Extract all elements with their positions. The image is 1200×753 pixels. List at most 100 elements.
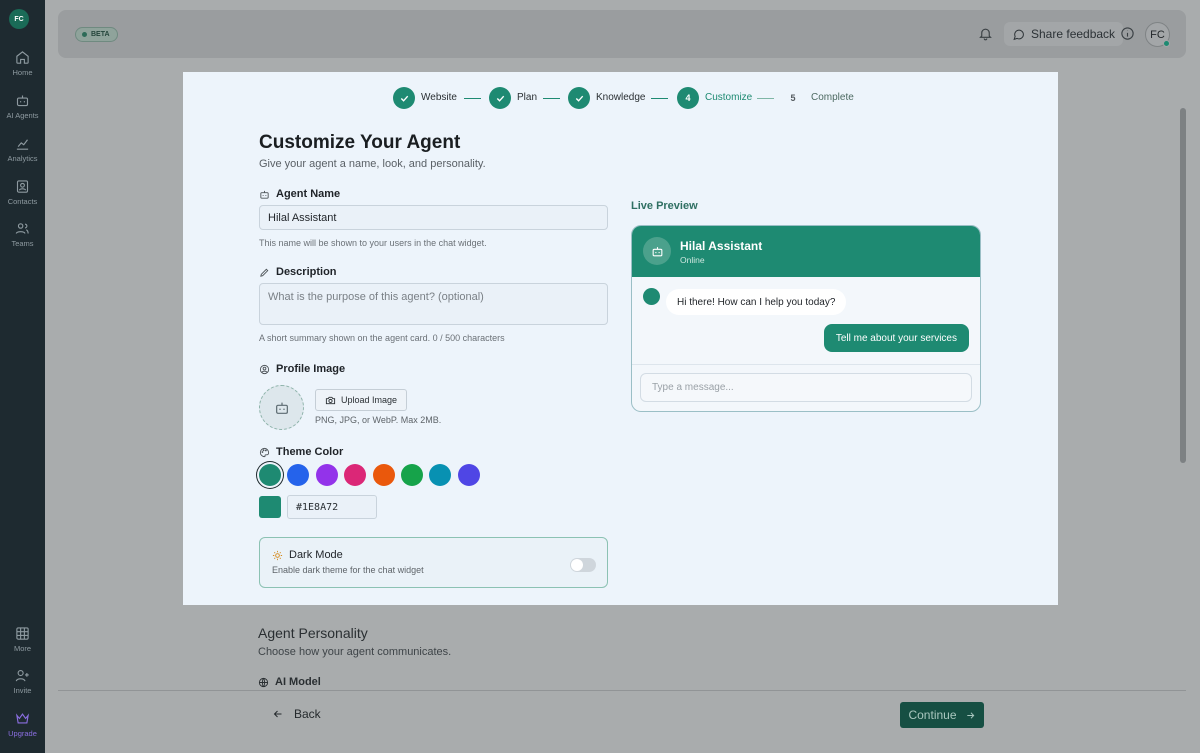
color-preview-box[interactable] (259, 496, 281, 518)
profile-image-dropzone[interactable] (259, 385, 304, 430)
step-connector (757, 98, 774, 99)
home-icon (16, 51, 29, 64)
robot-icon (275, 402, 288, 414)
sidebar-item-label: Home (12, 68, 33, 77)
dot-icon (82, 32, 87, 37)
sidebar-item-label: More (13, 644, 32, 653)
sidebar-item-home[interactable]: Home (0, 50, 45, 77)
sidebar-item-contacts[interactable]: Contacts (0, 179, 45, 206)
color-swatch[interactable] (457, 464, 480, 486)
sidebar-item-upgrade[interactable]: Upgrade (0, 711, 45, 738)
step-connector (464, 98, 481, 99)
live-preview-label: Live Preview (631, 200, 698, 212)
top-bar: BETA Share feedback FC (58, 10, 1186, 58)
back-label: Back (294, 707, 321, 721)
section-title: Agent Personality (258, 625, 368, 641)
upload-image-label: Upload Image (340, 395, 398, 405)
sidebar-item-ai-agents[interactable]: AI Agents (0, 93, 45, 120)
ai-model-label: AI Model (258, 676, 321, 688)
help-button[interactable] (1120, 26, 1135, 46)
contacts-icon (16, 180, 29, 193)
footer-divider (58, 690, 1186, 691)
sidebar-item-more[interactable]: More (0, 626, 45, 653)
scrollbar[interactable] (1180, 108, 1186, 463)
sidebar-item-analytics[interactable]: Analytics (0, 136, 45, 163)
user-message: Tell me about your services (823, 324, 969, 352)
ai-model-text: AI Model (275, 676, 321, 688)
user-avatar[interactable]: FC (1145, 22, 1170, 47)
chat-input-placeholder: Type a message... (652, 382, 734, 393)
color-swatch[interactable] (259, 464, 281, 486)
agent-name-value: Hilal Assistant (268, 211, 337, 224)
share-feedback-button[interactable]: Share feedback (1004, 22, 1124, 46)
section-subtitle: Choose how your agent communicates. (258, 646, 452, 658)
color-swatch[interactable] (344, 464, 367, 486)
sidebar-item-label: Invite (13, 686, 32, 695)
arrow-right-icon (966, 711, 974, 719)
dark-mode-toggle[interactable] (570, 558, 596, 572)
profile-image-label: Profile Image (259, 363, 345, 375)
beta-label: BETA (91, 31, 110, 38)
sidebar-item-label: AI Agents (6, 111, 39, 120)
beta-badge: BETA (75, 27, 118, 42)
color-swatch[interactable] (372, 464, 395, 486)
info-icon (1121, 27, 1134, 40)
pencil-icon (260, 268, 269, 277)
color-swatch[interactable] (401, 464, 423, 486)
hex-color-input[interactable]: #1E8A72 (287, 495, 377, 519)
description-label-text: Description (276, 266, 337, 278)
camera-icon (325, 396, 336, 404)
hex-color-value: #1E8A72 (296, 501, 339, 513)
customize-panel: Website Plan Knowledge 4 Customize 5 Com… (183, 72, 1058, 605)
step-5-circle: 5 (790, 93, 796, 103)
color-swatch[interactable] (287, 464, 310, 486)
step-4-circle: 4 (677, 87, 699, 109)
theme-color-label: Theme Color (259, 446, 343, 458)
check-icon (400, 95, 408, 102)
back-button[interactable]: Back (272, 707, 321, 721)
check-icon (575, 95, 583, 102)
step-3-circle (568, 87, 590, 109)
color-swatch[interactable] (315, 464, 338, 486)
online-indicator (1163, 40, 1170, 47)
sidebar-item-label: Teams (11, 239, 34, 248)
chat-message-input[interactable]: Type a message... (640, 373, 972, 402)
step-1-circle (393, 87, 415, 109)
bell-icon (979, 28, 992, 41)
chat-preview: Hilal Assistant Online Hi there! How can… (631, 225, 981, 412)
agent-name-hint: This name will be shown to your users in… (259, 238, 487, 248)
dark-mode-subtitle: Enable dark theme for the chat widget (272, 565, 424, 575)
agent-name-label-text: Agent Name (276, 188, 341, 200)
user-circle-icon (259, 364, 270, 374)
share-feedback-label: Share feedback (1031, 27, 1116, 41)
chat-divider (632, 364, 980, 365)
robot-icon (652, 246, 662, 256)
message-icon (1013, 29, 1024, 40)
progress-stepper: Website Plan Knowledge 4 Customize 5 Com… (183, 87, 1058, 109)
description-hint: A short summary shown on the agent card.… (259, 333, 505, 343)
step-1-label: Website (421, 92, 457, 103)
sun-icon (272, 550, 283, 560)
robot-icon (16, 95, 29, 107)
sidebar-item-invite[interactable]: Invite (0, 668, 45, 695)
dark-mode-title-text: Dark Mode (289, 549, 343, 561)
toggle-knob (571, 559, 583, 571)
notifications-button[interactable] (978, 26, 993, 46)
sidebar-item-label: Contacts (7, 197, 38, 206)
upload-image-button[interactable]: Upload Image (315, 389, 407, 411)
sidebar-item-teams[interactable]: Teams (0, 221, 45, 248)
bot-avatar (643, 288, 660, 305)
chat-preview-header: Hilal Assistant Online (632, 226, 980, 277)
continue-label: Continue (908, 708, 957, 722)
description-textarea[interactable]: What is the purpose of this agent? (opti… (259, 283, 608, 325)
dark-mode-title: Dark Mode (272, 549, 343, 561)
continue-button[interactable]: Continue (900, 702, 984, 728)
agent-name-input[interactable]: Hilal Assistant (259, 205, 608, 230)
palette-icon (259, 447, 270, 457)
grid-icon (16, 627, 29, 640)
color-swatch[interactable] (429, 464, 452, 486)
step-2-label: Plan (517, 92, 538, 103)
workspace-avatar[interactable]: FC (9, 9, 29, 29)
page-subtitle: Give your agent a name, look, and person… (259, 158, 486, 170)
chart-icon (16, 139, 29, 150)
